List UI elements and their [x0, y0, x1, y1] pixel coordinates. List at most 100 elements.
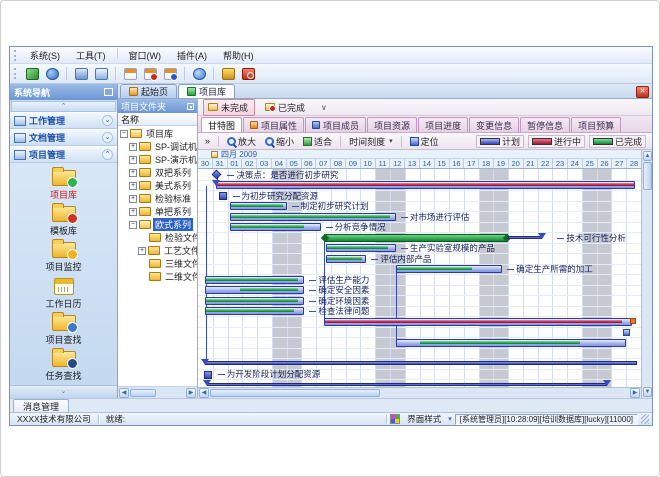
calendar-clock-button[interactable]: [161, 65, 179, 82]
filter-button-已完成[interactable]: 已完成: [260, 99, 312, 116]
milestone-square-icon[interactable]: [204, 371, 212, 379]
pin-icon[interactable]: [187, 103, 194, 110]
doc-tab-项目库[interactable]: 项目库: [178, 84, 235, 98]
menu-item-2[interactable]: 工具(T): [68, 48, 114, 63]
sidebar-more-strip[interactable]: ⌄: [10, 385, 117, 398]
summary-bar[interactable]: [324, 234, 509, 242]
tree-scroll-left-icon[interactable]: ◀: [119, 388, 129, 398]
tree-node-SP-演示机系[interactable]: +SP-演示机系: [118, 153, 197, 166]
time-scale-dropdown[interactable]: 时间刻度: [346, 134, 396, 149]
help-button[interactable]: [190, 65, 208, 82]
globe-button[interactable]: [43, 65, 61, 82]
expand-icon[interactable]: +: [129, 182, 137, 190]
resize-grip[interactable]: [641, 414, 649, 424]
filter-button-未完成[interactable]: 未完成: [203, 99, 255, 116]
filter-more-icon[interactable]: ∨: [321, 103, 327, 112]
tree-node-双把系列[interactable]: +双把系列: [118, 166, 197, 179]
gantt-tab-项目属性[interactable]: 项目属性: [243, 117, 304, 132]
zoom-in-button[interactable]: 放大: [224, 134, 259, 149]
folder-window-button[interactable]: [72, 65, 90, 82]
menu-item-4[interactable]: 插件(A): [169, 48, 215, 63]
gantt-tab-项目成员[interactable]: 项目成员: [305, 117, 366, 132]
gantt-scroll-up-icon[interactable]: ▲: [643, 151, 652, 161]
collapse-icon[interactable]: −: [129, 221, 137, 229]
chevron-down-icon[interactable]: ⌄: [102, 115, 113, 126]
doc-tab-起始页[interactable]: 起始页: [120, 84, 177, 98]
gantt-tab-项目预算[interactable]: 项目预算: [571, 117, 621, 132]
expand-icon[interactable]: +: [129, 156, 137, 164]
task-bar[interactable]: [205, 307, 304, 315]
collapse-icon[interactable]: −: [120, 130, 128, 138]
gantt-vscroll-thumb[interactable]: [643, 162, 652, 190]
milestone-square-icon[interactable]: [219, 192, 227, 200]
gantt-tab-项目资源[interactable]: 项目资源: [367, 117, 417, 132]
expand-icon[interactable]: +: [129, 143, 137, 151]
stop-button[interactable]: [239, 65, 257, 82]
tree-column-header[interactable]: 名称: [118, 113, 197, 126]
gantt-tab-甘特图[interactable]: 甘特图: [201, 117, 242, 132]
menu-item-1[interactable]: 系统(S): [22, 48, 68, 63]
gantt-tab-变更信息[interactable]: 变更信息: [469, 117, 519, 132]
menubar-grip[interactable]: [14, 50, 17, 61]
tree-hscrollbar[interactable]: ◀ ▶: [118, 386, 197, 398]
zoom-out-button[interactable]: 缩小: [262, 134, 297, 149]
sidebar-item-项目查找[interactable]: 项目查找: [10, 313, 117, 349]
tree-node-项目库[interactable]: −项目库: [118, 127, 197, 140]
locate-button[interactable]: 定位: [407, 134, 442, 149]
task-bar[interactable]: [230, 223, 320, 231]
menu-item-3[interactable]: 窗口(W): [121, 48, 170, 63]
expand-icon[interactable]: +: [129, 195, 137, 203]
fit-button[interactable]: 适合: [300, 134, 335, 149]
sidebar-expand-icon[interactable]: [104, 88, 113, 96]
sidebar-collapse-strip[interactable]: ⌃: [11, 101, 116, 112]
gantt-scroll-right-icon[interactable]: ▶: [630, 388, 640, 398]
task-bar[interactable]: [326, 255, 366, 263]
sidebar-section-1[interactable]: 工作管理⌄: [10, 112, 117, 129]
tree-node-SP-调试机系[interactable]: +SP-调试机系: [118, 140, 197, 153]
sidebar-section-2[interactable]: 文档管理⌄: [10, 129, 117, 146]
sidebar-item-模板库[interactable]: 模板库: [10, 204, 117, 240]
close-tab-button[interactable]: [636, 86, 649, 98]
gantt-tab-项目进度[interactable]: 项目进度: [418, 117, 468, 132]
tree-node-检验文件[interactable]: 检验文件: [118, 231, 197, 244]
sidebar-item-任务查找[interactable]: 任务查找: [10, 349, 117, 385]
tree-node-二维文件[interactable]: 二维文件: [118, 270, 197, 283]
task-bar[interactable]: [326, 244, 395, 252]
chevron-down-icon[interactable]: ⌄: [102, 132, 113, 143]
task-bar[interactable]: [396, 265, 502, 273]
tree-node-三维文件[interactable]: 三维文件: [118, 257, 197, 270]
tree-scroll-thumb[interactable]: [130, 389, 156, 397]
interface-style-dropdown[interactable]: 界面样式: [403, 414, 445, 425]
calendar-edit-button[interactable]: [141, 65, 159, 82]
calendar-button[interactable]: [121, 65, 139, 82]
lock-button[interactable]: [219, 65, 237, 82]
expand-icon[interactable]: +: [138, 247, 146, 255]
sidebar-item-项目监控[interactable]: 项目监控: [10, 240, 117, 276]
tree-node-美式系列[interactable]: +美式系列: [118, 179, 197, 192]
sidebar-section-3[interactable]: 项目管理⌃: [10, 146, 117, 163]
tree-node-单把系列[interactable]: +单把系列: [118, 205, 197, 218]
task-bar[interactable]: [230, 213, 395, 221]
window-switch-button[interactable]: [92, 65, 110, 82]
gantt-scroll-left-icon[interactable]: ◀: [199, 388, 209, 398]
tree-node-欧式系列[interactable]: −欧式系列: [118, 218, 197, 231]
gantt-hscrollbar[interactable]: ◀ ▶: [198, 387, 641, 398]
sync-button[interactable]: [23, 65, 41, 82]
gantt-hscroll-thumb[interactable]: [210, 389, 380, 397]
gantt-chart[interactable]: 决策点：是否进行初步研究为初步研究分配资源制定初步研究计划对市场进行评估分析竞争…: [198, 169, 641, 387]
chevron-up-icon[interactable]: ⌃: [102, 149, 113, 160]
task-bar[interactable]: [216, 181, 635, 189]
style-dropdown-arrow-icon[interactable]: ▾: [448, 415, 452, 423]
tree-node-工艺文件[interactable]: +工艺文件: [118, 244, 197, 257]
gantt-tab-暂停信息[interactable]: 暂停信息: [520, 117, 570, 132]
gantt-scroll-down-icon[interactable]: ▼: [643, 387, 652, 397]
sidebar-item-工作日历[interactable]: 工作日历: [10, 276, 117, 313]
expand-icon[interactable]: +: [129, 169, 137, 177]
gantt-vscrollbar[interactable]: ▲ ▼: [641, 150, 652, 398]
sidebar-item-项目库[interactable]: 项目库: [10, 168, 117, 204]
expand-icon[interactable]: +: [129, 208, 137, 216]
tree-node-检验标准[interactable]: +检验标准: [118, 192, 197, 205]
toolbar-overflow-button[interactable]: »: [202, 135, 213, 147]
task-bar[interactable]: [324, 318, 633, 326]
task-bar[interactable]: [230, 202, 286, 210]
